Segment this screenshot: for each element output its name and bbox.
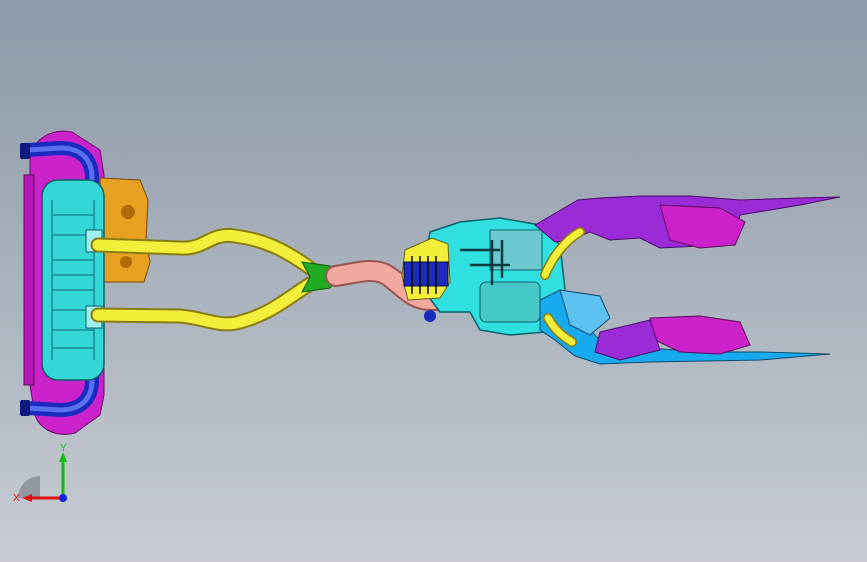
graphics-viewport[interactable]: Y X — [0, 0, 867, 562]
muffler-bracket[interactable] — [99, 177, 151, 283]
orientation-triad: Y X — [13, 443, 67, 504]
exhaust-system-model[interactable] — [0, 0, 867, 562]
triad-plane-icon — [18, 476, 40, 498]
x-axis-label: X — [13, 493, 20, 504]
rear-muffler[interactable] — [41, 179, 105, 381]
z-axis-icon — [59, 494, 67, 502]
y-axis-label: Y — [60, 443, 67, 454]
